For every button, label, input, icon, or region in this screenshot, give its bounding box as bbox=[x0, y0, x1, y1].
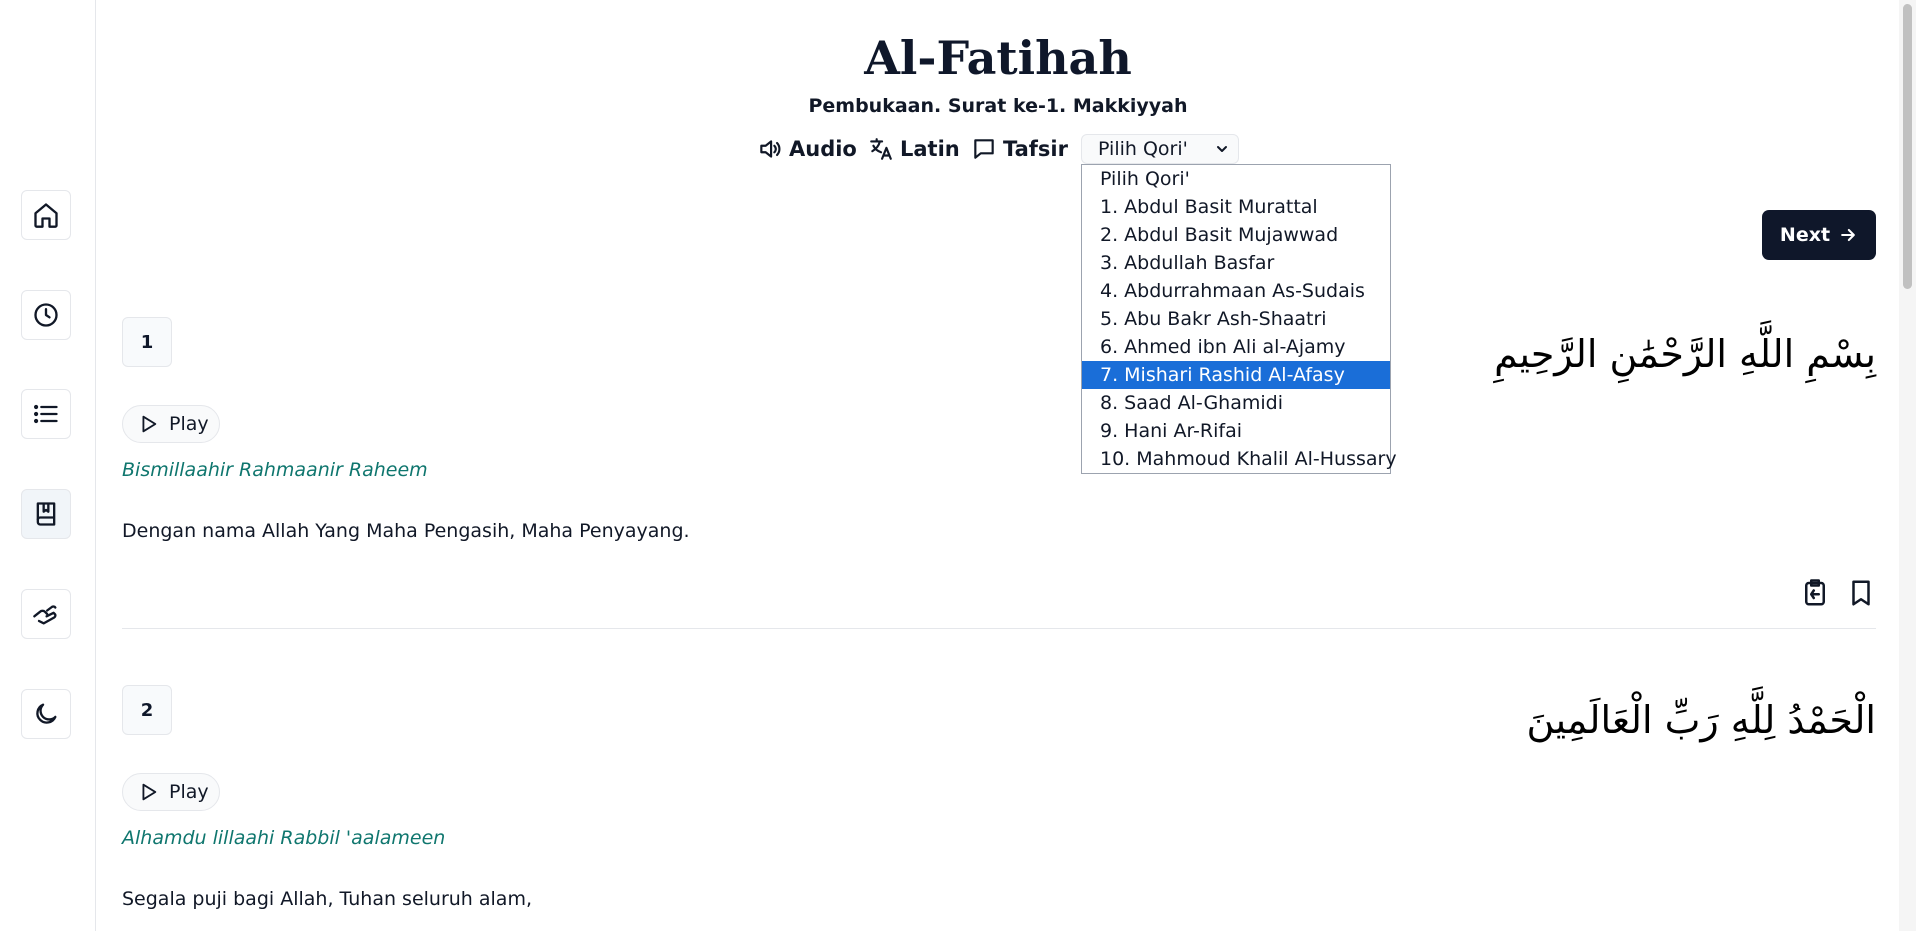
quran-book-button[interactable] bbox=[21, 489, 71, 539]
page-scrollbar[interactable] bbox=[1899, 0, 1916, 931]
audio-label: Audio bbox=[789, 137, 857, 161]
qori-option[interactable]: 6. Ahmed ibn Ali al-Ajamy bbox=[1082, 333, 1390, 361]
tafsir-label: Tafsir bbox=[1003, 137, 1068, 161]
tafsir-toggle[interactable]: Tafsir bbox=[971, 134, 1068, 164]
qori-option[interactable]: 9. Hani Ar-Rifai bbox=[1082, 417, 1390, 445]
play-icon bbox=[142, 415, 157, 433]
dark-mode-toggle[interactable] bbox=[21, 689, 71, 739]
doa-button[interactable] bbox=[21, 589, 71, 639]
qori-option-highlighted[interactable]: 7. Mishari Rashid Al-Afasy bbox=[1082, 361, 1390, 389]
qori-select-value: Pilih Qori' bbox=[1098, 138, 1188, 160]
book-icon bbox=[36, 502, 56, 526]
clipboard-icon[interactable] bbox=[1800, 578, 1830, 608]
verse-arabic: بِسْمِ اللَّهِ الرَّحْمَٰنِ الرَّحِيمِ bbox=[1494, 332, 1876, 376]
qori-dropdown-list: Pilih Qori' 1. Abdul Basit Murattal 2. A… bbox=[1081, 164, 1397, 474]
bookmark-icon[interactable] bbox=[1846, 578, 1876, 608]
verse-latin: Bismillaahir Rahmaanir Raheem bbox=[122, 459, 428, 481]
sidebar bbox=[0, 0, 96, 931]
verse-play-button[interactable]: Play bbox=[122, 773, 220, 811]
verse-number: 1 bbox=[122, 317, 172, 367]
home-icon bbox=[34, 203, 58, 228]
hand-icon bbox=[33, 605, 57, 625]
page-title: Al-Fatihah bbox=[864, 31, 1132, 85]
main-content: Al-Fatihah Pembukaan. Surat ke-1. Makkiy… bbox=[97, 0, 1899, 931]
qori-option[interactable]: 2. Abdul Basit Mujawwad bbox=[1082, 221, 1390, 249]
qori-option[interactable]: 10. Mahmoud Khalil Al-Hussary bbox=[1082, 445, 1397, 473]
history-icon bbox=[34, 303, 58, 327]
surah-list-button[interactable] bbox=[21, 389, 71, 439]
toolbar: Audio Latin Tafsir Pilih Qori' bbox=[97, 134, 1899, 164]
chat-icon bbox=[974, 139, 994, 159]
play-label: Play bbox=[169, 781, 209, 803]
surah-subtitle: Pembukaan. Surat ke-1. Makkiyyah bbox=[808, 95, 1188, 117]
play-label: Play bbox=[169, 413, 209, 435]
qori-select[interactable]: Pilih Qori' bbox=[1081, 134, 1239, 164]
audio-toggle[interactable]: Audio bbox=[757, 134, 857, 164]
verse-arabic: الْحَمْدُ لِلَّهِ رَبِّ الْعَالَمِينَ bbox=[1526, 698, 1876, 742]
play-icon bbox=[142, 783, 157, 801]
next-surah-button[interactable]: Next bbox=[1762, 210, 1876, 260]
moon-icon bbox=[36, 703, 57, 724]
qori-option[interactable]: 4. Abdurrahmaan As-Sudais bbox=[1082, 277, 1390, 305]
next-label: Next bbox=[1779, 224, 1831, 246]
latin-toggle[interactable]: Latin bbox=[868, 134, 960, 164]
chevron-down-icon bbox=[1217, 146, 1227, 152]
arrow-right-icon bbox=[1841, 228, 1855, 242]
qori-option[interactable]: 8. Saad Al-Ghamidi bbox=[1082, 389, 1390, 417]
qori-option[interactable]: 5. Abu Bakr Ash-Shaatri bbox=[1082, 305, 1390, 333]
qori-option[interactable]: Pilih Qori' bbox=[1082, 165, 1390, 193]
list-icon bbox=[33, 404, 58, 424]
history-button[interactable] bbox=[21, 290, 71, 340]
scrollbar-thumb[interactable] bbox=[1903, 4, 1912, 289]
qori-option[interactable]: 3. Abdullah Basfar bbox=[1082, 249, 1390, 277]
speaker-icon bbox=[760, 140, 781, 158]
translate-icon bbox=[870, 138, 892, 160]
verse-play-button[interactable]: Play bbox=[122, 405, 220, 443]
verse-divider bbox=[122, 628, 1876, 629]
home-button[interactable] bbox=[21, 190, 71, 240]
latin-label: Latin bbox=[900, 137, 960, 161]
qori-option[interactable]: 1. Abdul Basit Murattal bbox=[1082, 193, 1390, 221]
verse-translation: Segala puji bagi Allah, Tuhan seluruh al… bbox=[122, 888, 533, 910]
verse-latin: Alhamdu lillaahi Rabbil 'aalameen bbox=[122, 827, 446, 849]
verse-number: 2 bbox=[122, 685, 172, 735]
verse-translation: Dengan nama Allah Yang Maha Pengasih, Ma… bbox=[122, 520, 690, 542]
